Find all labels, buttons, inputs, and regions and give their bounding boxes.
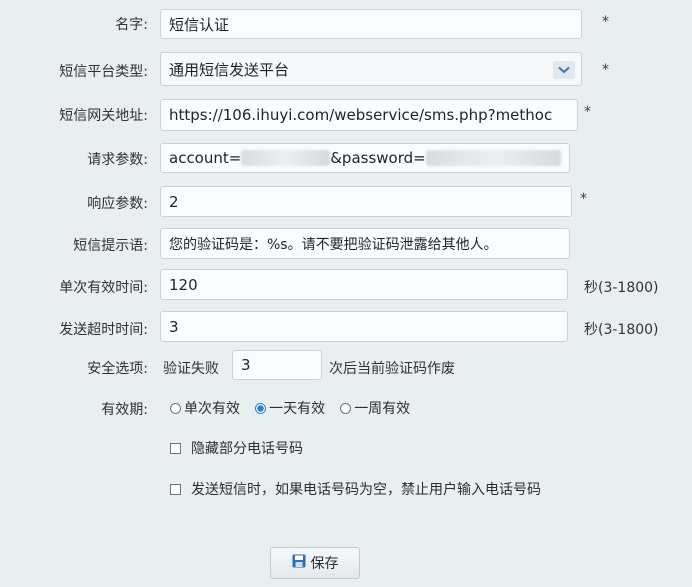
gateway-label: 短信网关地址:	[59, 108, 148, 124]
gateway-required: *	[584, 104, 591, 120]
validity-label: 有效期:	[101, 402, 148, 418]
name-input[interactable]: 短信认证	[160, 9, 582, 39]
save-icon	[292, 554, 306, 572]
request-params-prefix: account=	[169, 149, 242, 167]
validity-option-week[interactable]: 一周有效	[340, 398, 410, 418]
prompt-input[interactable]: 您的验证码是：%s。请不要把验证码泄露给其他人。	[160, 228, 570, 259]
save-label: 保存	[310, 556, 339, 572]
valid-time-input[interactable]: 120	[160, 269, 568, 300]
validity-radio-group: 单次有效 一天有效 一周有效	[170, 398, 420, 418]
valid-time-suffix: 秒(3-1800)	[584, 280, 659, 296]
valid-time-label: 单次有效时间:	[59, 280, 148, 296]
hide-phone-label: 隐藏部分电话号码	[191, 441, 303, 457]
security-label: 安全选项:	[87, 361, 148, 377]
request-params-input[interactable]: account= &password=	[160, 143, 570, 173]
response-params-value: 2	[169, 192, 179, 211]
timeout-input[interactable]: 3	[160, 311, 568, 342]
prompt-value: 您的验证码是：%s。请不要把验证码泄露给其他人。	[169, 236, 498, 253]
request-params-label: 请求参数:	[87, 152, 148, 168]
platform-type-select[interactable]: 通用短信发送平台	[160, 52, 582, 86]
validity-option-label: 单次有效	[184, 401, 240, 417]
response-params-label: 响应参数:	[87, 196, 148, 212]
forbid-input-option[interactable]: 发送短信时，如果电话号码为空，禁止用户输入电话号码	[170, 479, 541, 499]
radio-icon[interactable]	[170, 402, 181, 414]
name-value: 短信认证	[169, 15, 230, 34]
timeout-value: 3	[169, 317, 179, 336]
security-suffix: 次后当前验证码作废	[329, 361, 455, 377]
response-params-required: *	[580, 191, 587, 207]
forbid-input-label: 发送短信时，如果电话号码为空，禁止用户输入电话号码	[191, 482, 541, 498]
timeout-label: 发送超时时间:	[59, 322, 148, 338]
security-prefix: 验证失败	[163, 361, 219, 377]
masked-account	[241, 150, 331, 166]
radio-icon[interactable]	[340, 402, 352, 414]
name-label: 名字:	[115, 17, 148, 33]
gateway-value: https://106.ihuyi.com/webservice/sms.php…	[169, 106, 553, 124]
masked-password	[425, 150, 561, 166]
name-required: *	[602, 14, 609, 30]
prompt-label: 短信提示语:	[73, 238, 148, 254]
fail-count-value: 3	[241, 356, 251, 374]
response-params-input[interactable]: 2	[160, 186, 572, 217]
request-params-mid: &password=	[330, 149, 426, 167]
platform-type-label: 短信平台类型:	[59, 64, 148, 80]
validity-option-label: 一天有效	[269, 401, 326, 417]
gateway-input[interactable]: https://106.ihuyi.com/webservice/sms.php…	[160, 99, 578, 131]
timeout-suffix: 秒(3-1800)	[584, 322, 659, 338]
validity-option-label: 一周有效	[354, 401, 411, 417]
chevron-down-icon[interactable]	[553, 61, 575, 79]
fail-count-input[interactable]: 3	[232, 350, 322, 380]
radio-selected-icon[interactable]	[255, 402, 267, 414]
validity-option-single[interactable]: 单次有效	[170, 398, 240, 418]
checkbox-icon[interactable]	[170, 442, 181, 454]
checkbox-icon[interactable]	[170, 483, 181, 495]
validity-option-day[interactable]: 一天有效	[255, 398, 325, 418]
hide-phone-option[interactable]: 隐藏部分电话号码	[170, 438, 303, 458]
platform-type-value: 通用短信发送平台	[169, 60, 290, 79]
save-button[interactable]: 保存	[270, 547, 360, 579]
valid-time-value: 120	[169, 275, 198, 294]
platform-type-required: *	[602, 62, 609, 78]
